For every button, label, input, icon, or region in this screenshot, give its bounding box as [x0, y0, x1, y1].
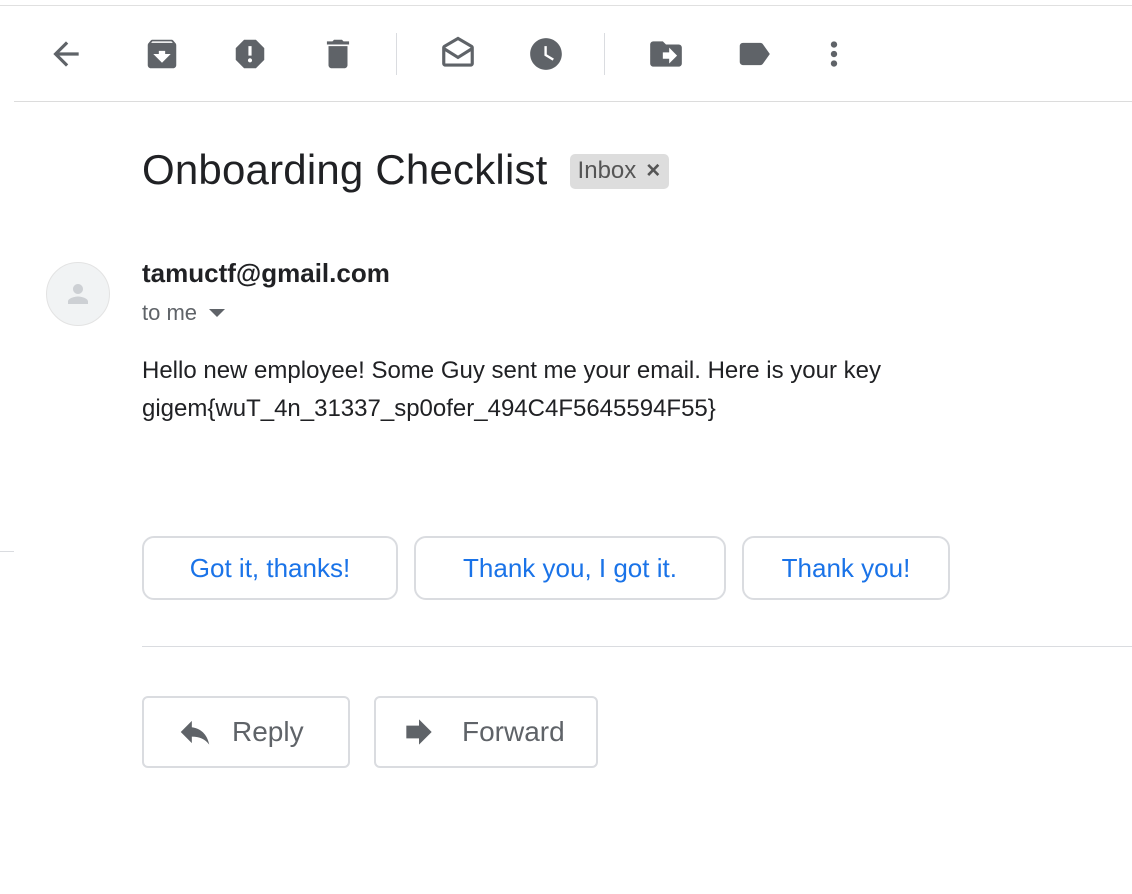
delete-icon [326, 39, 350, 69]
left-edge-divider [0, 551, 14, 552]
snooze-icon [530, 38, 562, 70]
labels-icon [739, 42, 770, 66]
move-to-icon [650, 41, 682, 67]
smart-reply-button[interactable]: Thank you! [742, 536, 950, 600]
recipient-text: to me [142, 300, 198, 325]
reply-button[interactable]: Reply [142, 696, 350, 768]
show-details-icon[interactable] [209, 309, 226, 317]
toolbar-separator [604, 33, 605, 75]
email-view: Onboarding Checklist Inbox × tamuctf@gma… [0, 0, 1132, 894]
body-line: Hello new employee! Some Guy sent me you… [142, 357, 881, 384]
move-to-button[interactable] [644, 32, 688, 76]
inbox-label-chip[interactable]: Inbox × [569, 153, 670, 189]
report-spam-icon [235, 39, 265, 69]
reply-divider [142, 646, 1132, 647]
snooze-button[interactable] [524, 32, 568, 76]
archive-icon [147, 39, 177, 69]
back-button[interactable] [44, 32, 88, 76]
recipient-line: to me [142, 300, 226, 326]
label-chip-text: Inbox [577, 157, 637, 184]
message-toolbar [14, 6, 1132, 102]
back-arrow-icon [53, 41, 79, 67]
forward-label: Forward [462, 716, 565, 747]
archive-button[interactable] [140, 32, 184, 76]
body-line: gigem{wuT_4n_31337_sp0ofer_494C4F5645594… [142, 395, 716, 422]
smart-reply-button[interactable]: Got it, thanks! [142, 536, 398, 600]
mark-unread-button[interactable] [436, 32, 480, 76]
more-button[interactable] [812, 32, 856, 76]
email-subject: Onboarding Checklist [142, 146, 548, 193]
report-spam-button[interactable] [228, 32, 272, 76]
person-icon [68, 284, 88, 304]
mark-unread-icon [442, 36, 474, 67]
forward-button[interactable]: Forward [374, 696, 598, 768]
toolbar-separator [396, 33, 397, 75]
reply-icon [180, 720, 210, 745]
delete-button[interactable] [316, 32, 360, 76]
labels-button[interactable] [732, 32, 776, 76]
sender-address[interactable]: tamuctf@gmail.com [142, 258, 390, 289]
remove-label-icon[interactable]: × [646, 159, 660, 183]
more-icon [830, 41, 838, 67]
subject-row: Onboarding Checklist Inbox × [142, 143, 670, 197]
sender-avatar[interactable] [46, 262, 110, 326]
smart-reply-button[interactable]: Thank you, I got it. [414, 536, 726, 600]
email-body: Hello new employee! Some Guy sent me you… [142, 352, 1042, 428]
forward-icon [406, 719, 432, 745]
reply-label: Reply [232, 716, 304, 747]
